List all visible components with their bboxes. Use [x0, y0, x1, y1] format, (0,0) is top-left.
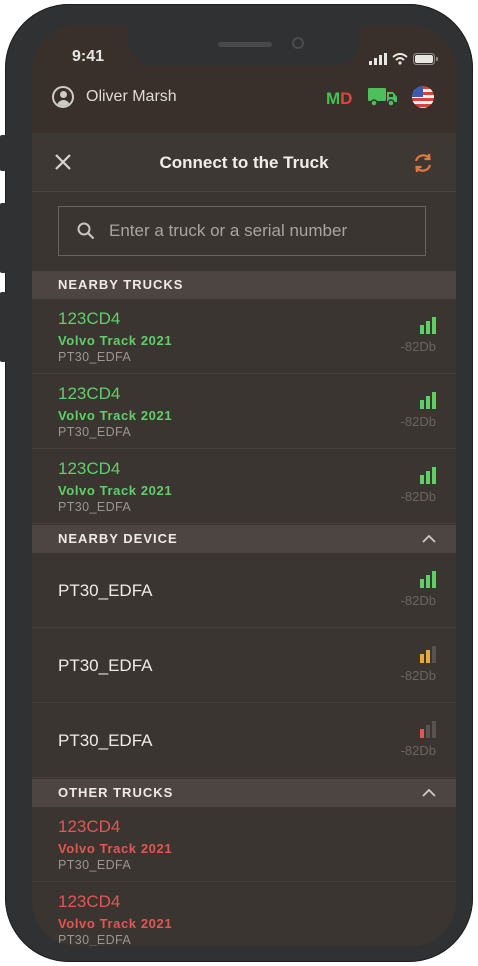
truck-serial: PT30_EDFA: [58, 500, 132, 514]
speaker: [218, 42, 272, 47]
truck-model: Volvo Track 2021: [58, 408, 173, 423]
volume-down-button: [0, 292, 6, 362]
status-icons: [369, 53, 438, 65]
truck-serial: PT30_EDFA: [58, 425, 132, 439]
signal-strength: -82Db: [400, 743, 436, 758]
user-profile[interactable]: Oliver Marsh: [52, 86, 177, 108]
search-bar[interactable]: [58, 206, 426, 256]
status-time: 9:41: [72, 48, 105, 65]
device-name: PT30_EDFA: [58, 731, 153, 750]
top-bar: 9:41 Oliver Marsh MD: [32, 26, 456, 133]
truck-model: Volvo Track 2021: [58, 483, 173, 498]
truck-model: Volvo Track 2021: [58, 841, 173, 856]
page-title: Connect to the Truck: [159, 153, 329, 172]
signal-icon: [420, 721, 436, 738]
app-screen: 9:41 Oliver Marsh MD Connect to the Truc…: [32, 26, 456, 946]
signal-icon: [420, 571, 436, 588]
us-flag-icon[interactable]: [412, 86, 434, 108]
truck-icon[interactable]: [368, 86, 398, 108]
search-icon: [77, 222, 95, 240]
truck-serial: PT30_EDFA: [58, 350, 132, 364]
device-name: PT30_EDFA: [58, 581, 153, 600]
signal-icon: [420, 392, 436, 409]
device-row[interactable]: PT30_EDFA -82Db: [32, 628, 456, 703]
device-row[interactable]: PT30_EDFA -82Db: [32, 553, 456, 628]
md-badge[interactable]: MD: [326, 89, 352, 109]
chevron-up-icon[interactable]: [422, 789, 436, 797]
cellular-signal-icon: [369, 53, 387, 65]
signal-strength: -82Db: [400, 414, 436, 429]
signal-icon: [420, 646, 436, 663]
truck-id: 123CD4: [58, 309, 121, 328]
truck-id: 123CD4: [58, 817, 121, 836]
signal-icon: [420, 317, 436, 334]
truck-row[interactable]: 123CD4 Volvo Track 2021 PT30_EDFA -82Db: [32, 374, 456, 449]
device-name: PT30_EDFA: [58, 656, 153, 675]
chevron-up-icon[interactable]: [422, 535, 436, 543]
truck-serial: PT30_EDFA: [58, 858, 132, 872]
signal-strength: -82Db: [400, 593, 436, 608]
truck-row[interactable]: 123CD4 Volvo Track 2021 PT30_EDFA: [32, 807, 456, 882]
signal-strength: -82Db: [400, 489, 436, 504]
mute-switch: [0, 135, 6, 171]
truck-serial: PT30_EDFA: [58, 933, 132, 946]
user-name: Oliver Marsh: [86, 88, 177, 105]
signal-strength: -82Db: [400, 339, 436, 354]
signal-icon: [420, 467, 436, 484]
signal-strength: -82Db: [400, 668, 436, 683]
device-row[interactable]: PT30_EDFA -82Db: [32, 703, 456, 778]
user-icon: [52, 86, 74, 108]
truck-id: 123CD4: [58, 384, 121, 403]
truck-model: Volvo Track 2021: [58, 916, 173, 931]
phone-frame: 9:41 Oliver Marsh MD Connect to the Truc…: [5, 4, 473, 962]
truck-row[interactable]: 123CD4 Volvo Track 2021 PT30_EDFA -82Db: [32, 299, 456, 374]
truck-model: Volvo Track 2021: [58, 333, 173, 348]
section-nearby-trucks: NEARBY TRUCKS: [32, 271, 456, 299]
truck-id: 123CD4: [58, 459, 121, 478]
section-nearby-device[interactable]: NEARBY DEVICE: [32, 525, 456, 553]
volume-up-button: [0, 203, 6, 273]
wifi-icon: [392, 53, 408, 65]
section-other-trucks[interactable]: OTHER TRUCKS: [32, 779, 456, 807]
camera: [292, 37, 304, 49]
truck-id: 123CD4: [58, 892, 121, 911]
truck-row[interactable]: 123CD4 Volvo Track 2021 PT30_EDFA -82Db: [32, 449, 456, 524]
refresh-icon[interactable]: [412, 152, 434, 174]
search-input[interactable]: [107, 220, 411, 242]
battery-icon: [413, 53, 438, 65]
truck-row[interactable]: 123CD4 Volvo Track 2021 PT30_EDFA: [32, 882, 456, 946]
modal-header: Connect to the Truck: [32, 133, 456, 192]
